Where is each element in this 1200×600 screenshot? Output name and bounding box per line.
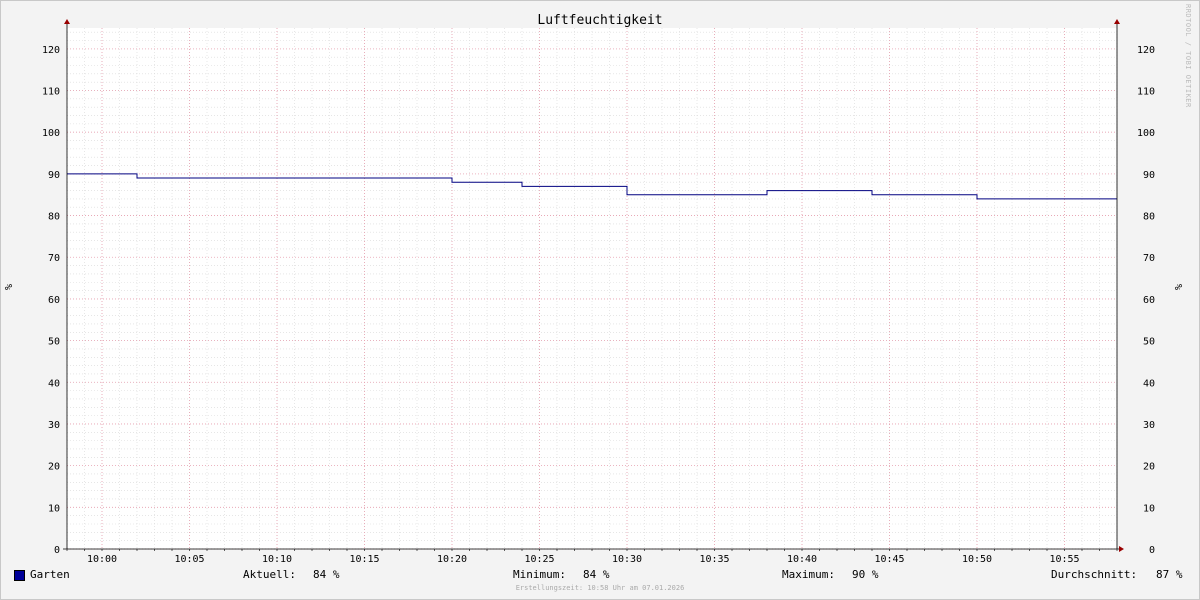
rrdtool-watermark: RRDTOOL / TOBI OETIKER: [1184, 4, 1192, 108]
y-tick-label-left: 120: [42, 45, 60, 56]
legend-min-value: 84 %: [583, 568, 610, 581]
x-tick-label: 10:00: [87, 554, 117, 565]
legend-current-label: Aktuell:: [243, 568, 296, 581]
legend-min-label: Minimum:: [513, 568, 566, 581]
chart-svg: 10:00 10:05 10:10 10:15 10:20 10:25 10:30 10:35…: [4, 13, 1185, 565]
y-tick-label-left: 40: [48, 378, 60, 389]
y-tick-label-right: 10: [1143, 503, 1155, 514]
chart-title: Luftfeuchtigkeit: [537, 13, 662, 28]
legend-swatch-garten: [14, 570, 25, 581]
y-tick-label-right: 110: [1137, 87, 1155, 98]
x-tick-label: 10:20: [437, 554, 467, 565]
legend-avg-value: 87 %: [1156, 568, 1183, 581]
x-tick-label: 10:40: [787, 554, 817, 565]
y-tick-label-right: 40: [1143, 378, 1155, 389]
y-tick-label-left: 60: [48, 295, 60, 306]
x-tick-label: 10:55: [1049, 554, 1079, 565]
y-axis-label-right: %: [1174, 284, 1185, 290]
y-tick-label-left: 90: [48, 170, 60, 181]
x-tick-label: 10:45: [874, 554, 904, 565]
x-tick-label: 10:05: [174, 554, 204, 565]
y-tick-label-left: 100: [42, 128, 60, 139]
y-tick-label-right: 60: [1143, 295, 1155, 306]
y-tick-label-left: 30: [48, 420, 60, 431]
y-axis-label-left: %: [4, 284, 15, 290]
x-tick-label: 10:10: [262, 554, 292, 565]
y-tick-label-left: 0: [54, 545, 60, 556]
y-tick-label-left: 110: [42, 87, 60, 98]
legend-series-name: Garten: [30, 568, 70, 581]
y-tick-label-right: 30: [1143, 420, 1155, 431]
y-tick-label-right: 20: [1143, 462, 1155, 473]
y-tick-label-right: 120: [1137, 45, 1155, 56]
x-axis-arrow: [1119, 546, 1124, 552]
y-tick-label-right: 90: [1143, 170, 1155, 181]
y-axis-arrow-right: [1114, 19, 1120, 24]
legend-current-value: 84 %: [313, 568, 340, 581]
y-tick-label-right: 70: [1143, 253, 1155, 264]
legend-max-label: Maximum:: [782, 568, 835, 581]
legend-max-value: 90 %: [852, 568, 879, 581]
y-tick-label-right: 50: [1143, 337, 1155, 348]
y-tick-label-left: 70: [48, 253, 60, 264]
x-tick-label: 10:30: [612, 554, 642, 565]
footer-timestamp: Erstellungszeit: 10:58 Uhr am 07.01.2026: [515, 584, 685, 592]
x-tick-label: 10:35: [699, 554, 729, 565]
y-tick-label-right: 0: [1149, 545, 1155, 556]
x-tick-label: 10:15: [349, 554, 379, 565]
y-tick-label-right: 80: [1143, 212, 1155, 223]
y-tick-label-left: 50: [48, 337, 60, 348]
legend: Garten Aktuell: 84 % Minimum: 84 % Maxim…: [0, 566, 1200, 584]
x-tick-label: 10:50: [962, 554, 992, 565]
y-tick-label-right: 100: [1137, 128, 1155, 139]
y-axis-arrow-left: [64, 19, 70, 24]
legend-avg-label: Durchschnitt:: [1051, 568, 1138, 581]
y-tick-label-left: 10: [48, 503, 60, 514]
y-tick-label-left: 20: [48, 462, 60, 473]
y-tick-label-left: 80: [48, 212, 60, 223]
x-tick-label: 10:25: [524, 554, 554, 565]
